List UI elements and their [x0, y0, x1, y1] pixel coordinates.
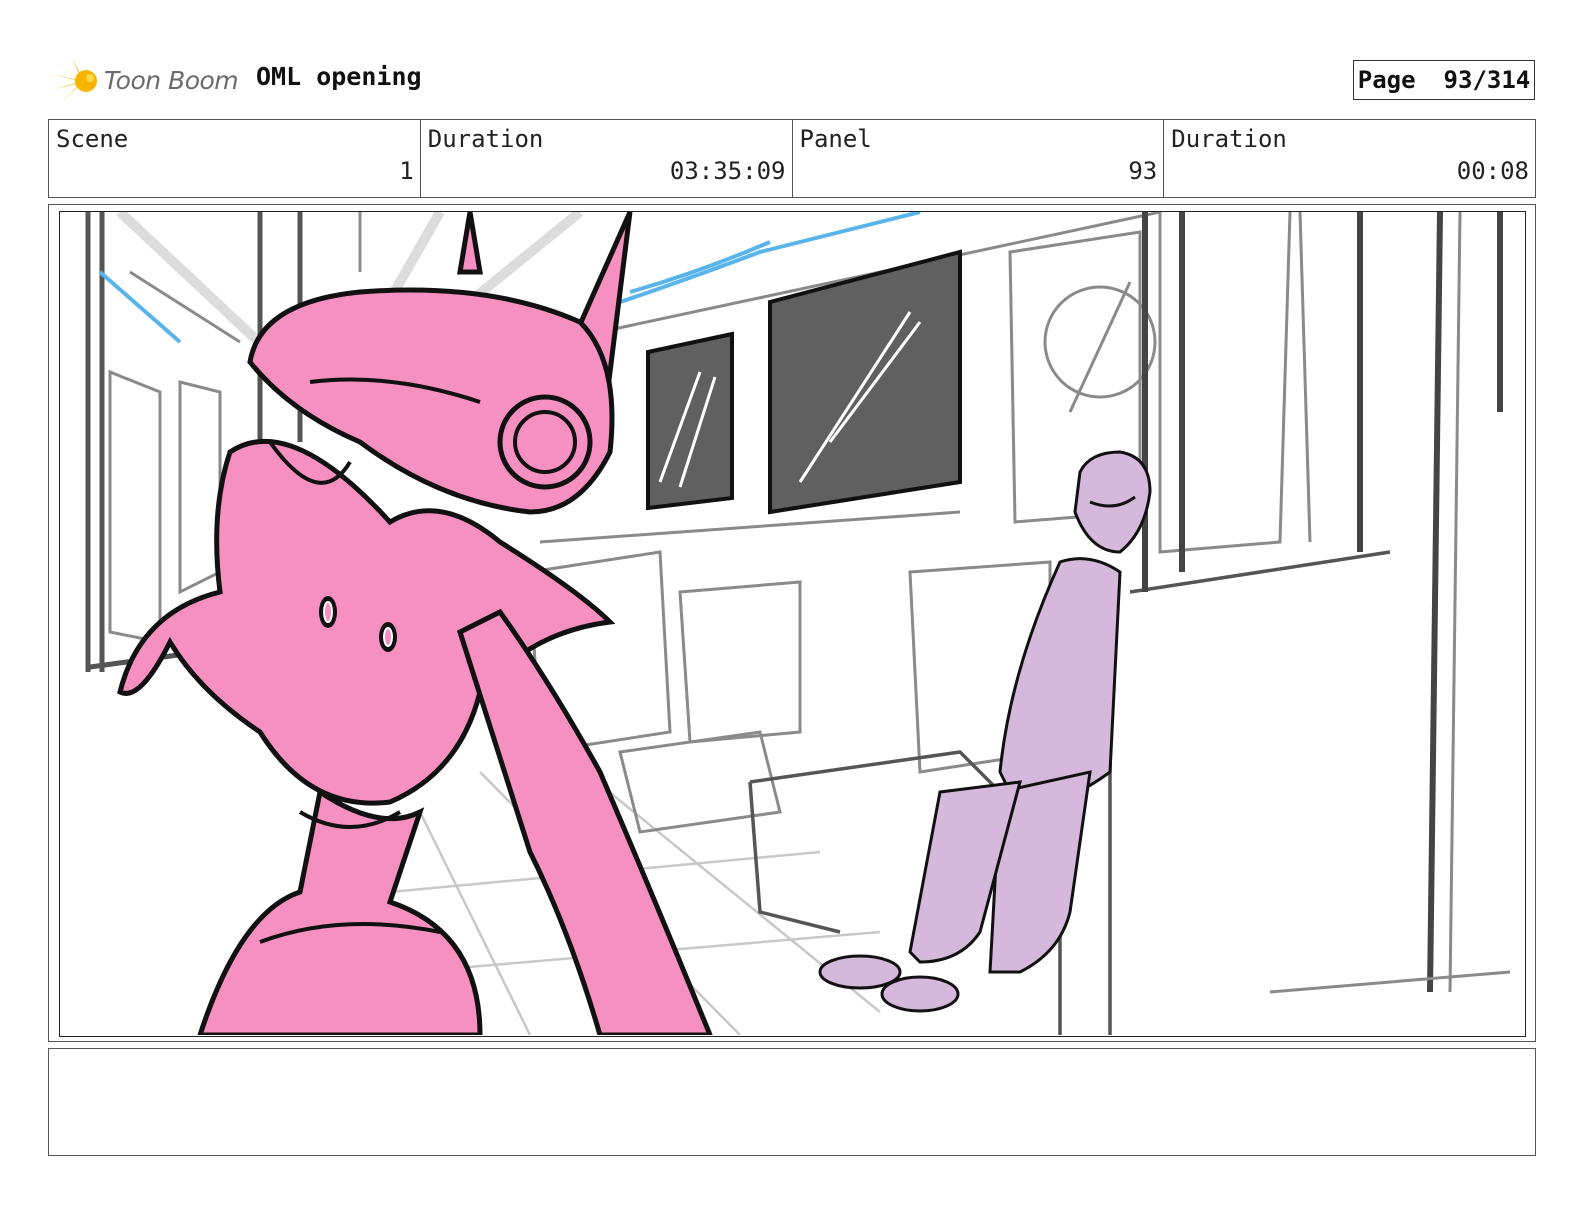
page-label: Page — [1357, 66, 1416, 94]
scene-cell: Scene 1 — [49, 120, 421, 197]
project-title: OML opening — [256, 62, 422, 91]
page-indicator: Page 93/314 — [1353, 60, 1535, 100]
toon-boom-logo: Toon Boom — [50, 56, 240, 106]
storyboard-sketch — [85, 212, 1511, 1035]
scene-duration-cell: Duration 03:35:09 — [421, 120, 793, 197]
scene-duration-value: 03:35:09 — [669, 157, 786, 185]
logo-text: Toon Boom — [104, 66, 239, 95]
scene-duration-label: Duration — [427, 125, 544, 153]
scene-label: Scene — [56, 125, 129, 153]
storyboard-panel-image — [59, 211, 1526, 1037]
panel-duration-label: Duration — [1171, 125, 1287, 153]
scene-value: 1 — [399, 157, 414, 185]
starburst-icon — [50, 58, 97, 104]
panel-cell: Panel 93 — [793, 120, 1165, 197]
page-number: 93/314 — [1443, 66, 1531, 94]
panel-duration-cell: Duration 00:08 — [1164, 120, 1535, 197]
panel-info-table: Scene 1 Duration 03:35:09 Panel 93 Durat… — [48, 119, 1536, 198]
panel-label: Panel — [799, 125, 872, 153]
panel-notes-box — [48, 1048, 1536, 1156]
panel-duration-value: 00:08 — [1456, 157, 1529, 185]
panel-value: 93 — [1128, 157, 1158, 185]
